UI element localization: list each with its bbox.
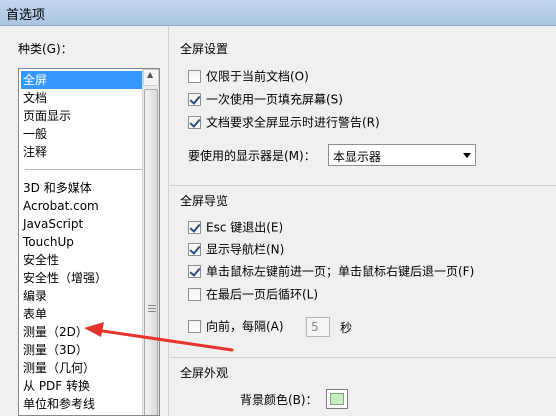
arrow-head [84, 322, 104, 337]
arrow-shaft [94, 328, 234, 352]
annotation-arrow [84, 322, 234, 352]
